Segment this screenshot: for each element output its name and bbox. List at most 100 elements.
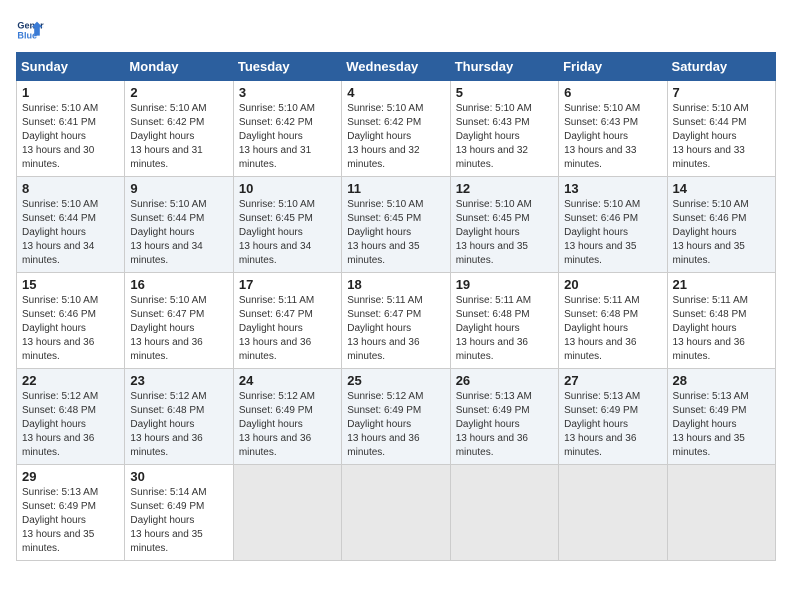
calendar-day-cell: 29 Sunrise: 5:13 AMSunset: 6:49 PMDaylig… [17,465,125,561]
day-number: 19 [456,277,553,292]
day-number: 9 [130,181,227,196]
day-number: 29 [22,469,119,484]
day-number: 30 [130,469,227,484]
day-info: Sunrise: 5:10 AMSunset: 6:44 PMDaylight … [130,199,206,266]
calendar-day-cell: 6 Sunrise: 5:10 AMSunset: 6:43 PMDayligh… [559,81,667,177]
calendar-day-cell: 7 Sunrise: 5:10 AMSunset: 6:44 PMDayligh… [667,81,775,177]
day-info: Sunrise: 5:12 AMSunset: 6:48 PMDaylight … [130,391,206,458]
calendar-day-cell: 1 Sunrise: 5:10 AMSunset: 6:41 PMDayligh… [17,81,125,177]
calendar-day-cell [667,465,775,561]
calendar-week-row: 8 Sunrise: 5:10 AMSunset: 6:44 PMDayligh… [17,177,776,273]
calendar-day-cell [450,465,558,561]
calendar-day-cell: 11 Sunrise: 5:10 AMSunset: 6:45 PMDaylig… [342,177,450,273]
day-info: Sunrise: 5:14 AMSunset: 6:49 PMDaylight … [130,487,206,554]
day-info: Sunrise: 5:11 AMSunset: 6:48 PMDaylight … [456,295,531,362]
calendar-day-cell: 5 Sunrise: 5:10 AMSunset: 6:43 PMDayligh… [450,81,558,177]
weekday-cell: Friday [559,53,667,81]
day-number: 3 [239,85,336,100]
day-info: Sunrise: 5:13 AMSunset: 6:49 PMDaylight … [456,391,532,458]
calendar-day-cell: 20 Sunrise: 5:11 AMSunset: 6:48 PMDaylig… [559,273,667,369]
day-number: 20 [564,277,661,292]
day-info: Sunrise: 5:10 AMSunset: 6:41 PMDaylight … [22,103,98,170]
day-number: 10 [239,181,336,196]
calendar-day-cell: 15 Sunrise: 5:10 AMSunset: 6:46 PMDaylig… [17,273,125,369]
day-info: Sunrise: 5:10 AMSunset: 6:45 PMDaylight … [239,199,315,266]
day-info: Sunrise: 5:10 AMSunset: 6:42 PMDaylight … [130,103,206,170]
logo-icon: General Blue [16,16,44,44]
day-number: 13 [564,181,661,196]
calendar-table: SundayMondayTuesdayWednesdayThursdayFrid… [16,52,776,561]
day-number: 16 [130,277,227,292]
svg-text:Blue: Blue [17,30,37,40]
calendar-day-cell: 25 Sunrise: 5:12 AMSunset: 6:49 PMDaylig… [342,369,450,465]
day-number: 23 [130,373,227,388]
calendar-week-row: 29 Sunrise: 5:13 AMSunset: 6:49 PMDaylig… [17,465,776,561]
weekday-cell: Wednesday [342,53,450,81]
calendar-day-cell: 23 Sunrise: 5:12 AMSunset: 6:48 PMDaylig… [125,369,233,465]
day-info: Sunrise: 5:13 AMSunset: 6:49 PMDaylight … [22,487,98,554]
calendar-day-cell: 19 Sunrise: 5:11 AMSunset: 6:48 PMDaylig… [450,273,558,369]
day-info: Sunrise: 5:10 AMSunset: 6:42 PMDaylight … [347,103,423,170]
day-number: 18 [347,277,444,292]
calendar-week-row: 15 Sunrise: 5:10 AMSunset: 6:46 PMDaylig… [17,273,776,369]
day-info: Sunrise: 5:11 AMSunset: 6:48 PMDaylight … [564,295,639,362]
day-number: 27 [564,373,661,388]
day-info: Sunrise: 5:10 AMSunset: 6:46 PMDaylight … [22,295,98,362]
day-info: Sunrise: 5:10 AMSunset: 6:42 PMDaylight … [239,103,315,170]
calendar-day-cell: 8 Sunrise: 5:10 AMSunset: 6:44 PMDayligh… [17,177,125,273]
calendar-day-cell: 16 Sunrise: 5:10 AMSunset: 6:47 PMDaylig… [125,273,233,369]
calendar-day-cell: 3 Sunrise: 5:10 AMSunset: 6:42 PMDayligh… [233,81,341,177]
day-number: 22 [22,373,119,388]
day-info: Sunrise: 5:10 AMSunset: 6:46 PMDaylight … [673,199,749,266]
day-info: Sunrise: 5:12 AMSunset: 6:49 PMDaylight … [239,391,315,458]
day-info: Sunrise: 5:10 AMSunset: 6:43 PMDaylight … [564,103,640,170]
day-number: 26 [456,373,553,388]
weekday-cell: Thursday [450,53,558,81]
logo: General Blue [16,16,44,44]
day-number: 4 [347,85,444,100]
day-info: Sunrise: 5:11 AMSunset: 6:48 PMDaylight … [673,295,748,362]
day-info: Sunrise: 5:10 AMSunset: 6:46 PMDaylight … [564,199,640,266]
day-number: 11 [347,181,444,196]
calendar-day-cell: 14 Sunrise: 5:10 AMSunset: 6:46 PMDaylig… [667,177,775,273]
calendar-day-cell: 4 Sunrise: 5:10 AMSunset: 6:42 PMDayligh… [342,81,450,177]
calendar-day-cell: 10 Sunrise: 5:10 AMSunset: 6:45 PMDaylig… [233,177,341,273]
day-number: 14 [673,181,770,196]
day-number: 25 [347,373,444,388]
weekday-header-row: SundayMondayTuesdayWednesdayThursdayFrid… [17,53,776,81]
calendar-week-row: 22 Sunrise: 5:12 AMSunset: 6:48 PMDaylig… [17,369,776,465]
calendar-day-cell [233,465,341,561]
day-info: Sunrise: 5:10 AMSunset: 6:43 PMDaylight … [456,103,532,170]
day-info: Sunrise: 5:13 AMSunset: 6:49 PMDaylight … [564,391,640,458]
day-info: Sunrise: 5:12 AMSunset: 6:49 PMDaylight … [347,391,423,458]
day-info: Sunrise: 5:10 AMSunset: 6:47 PMDaylight … [130,295,206,362]
day-number: 24 [239,373,336,388]
calendar-day-cell: 27 Sunrise: 5:13 AMSunset: 6:49 PMDaylig… [559,369,667,465]
day-number: 17 [239,277,336,292]
calendar-day-cell: 17 Sunrise: 5:11 AMSunset: 6:47 PMDaylig… [233,273,341,369]
day-info: Sunrise: 5:10 AMSunset: 6:45 PMDaylight … [456,199,532,266]
calendar-day-cell: 30 Sunrise: 5:14 AMSunset: 6:49 PMDaylig… [125,465,233,561]
day-info: Sunrise: 5:10 AMSunset: 6:44 PMDaylight … [673,103,749,170]
day-info: Sunrise: 5:10 AMSunset: 6:45 PMDaylight … [347,199,423,266]
day-number: 2 [130,85,227,100]
day-number: 21 [673,277,770,292]
calendar-day-cell: 13 Sunrise: 5:10 AMSunset: 6:46 PMDaylig… [559,177,667,273]
weekday-cell: Monday [125,53,233,81]
calendar-day-cell: 2 Sunrise: 5:10 AMSunset: 6:42 PMDayligh… [125,81,233,177]
calendar-week-row: 1 Sunrise: 5:10 AMSunset: 6:41 PMDayligh… [17,81,776,177]
day-number: 28 [673,373,770,388]
day-info: Sunrise: 5:11 AMSunset: 6:47 PMDaylight … [347,295,422,362]
day-number: 12 [456,181,553,196]
day-number: 5 [456,85,553,100]
calendar-day-cell: 18 Sunrise: 5:11 AMSunset: 6:47 PMDaylig… [342,273,450,369]
weekday-cell: Saturday [667,53,775,81]
calendar-day-cell [559,465,667,561]
day-info: Sunrise: 5:13 AMSunset: 6:49 PMDaylight … [673,391,749,458]
weekday-cell: Sunday [17,53,125,81]
calendar-day-cell: 24 Sunrise: 5:12 AMSunset: 6:49 PMDaylig… [233,369,341,465]
calendar-day-cell: 9 Sunrise: 5:10 AMSunset: 6:44 PMDayligh… [125,177,233,273]
day-info: Sunrise: 5:10 AMSunset: 6:44 PMDaylight … [22,199,98,266]
day-number: 15 [22,277,119,292]
calendar-day-cell: 21 Sunrise: 5:11 AMSunset: 6:48 PMDaylig… [667,273,775,369]
